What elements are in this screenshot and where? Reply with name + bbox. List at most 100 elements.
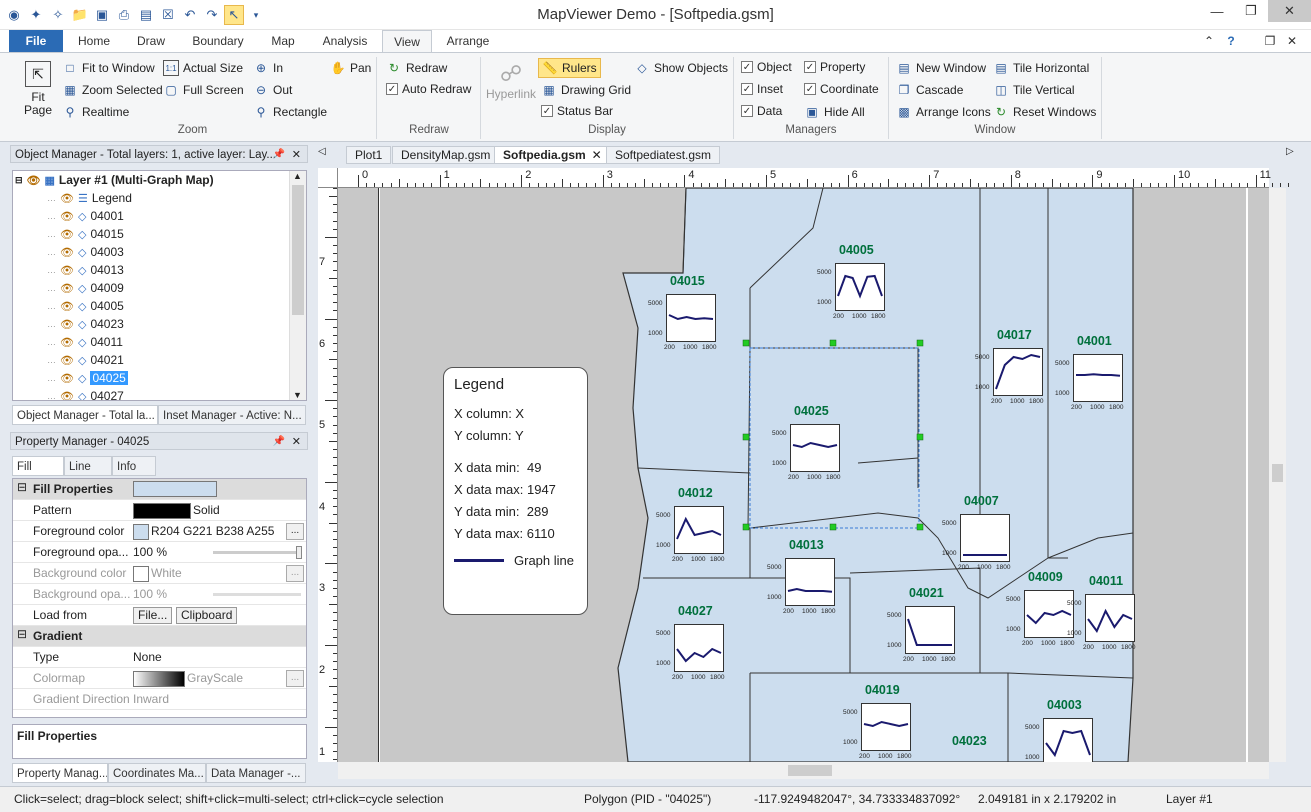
minimize-button[interactable]: — [1200, 0, 1234, 22]
pin-icon[interactable]: 📌 [273, 433, 285, 449]
hide-all-button[interactable]: ▣ Hide All [804, 104, 864, 120]
zoom-out-button[interactable]: ⊖ Out [253, 82, 292, 98]
county-mini-graph[interactable] [1073, 354, 1123, 402]
actual-size-button[interactable]: 1:1 Actual Size [163, 60, 243, 76]
county-mini-graph[interactable] [960, 514, 1010, 562]
full-screen-button[interactable]: ▢ Full Screen [163, 82, 243, 98]
hyperlink-button[interactable]: ☍ Hyperlink [485, 61, 537, 101]
close-button[interactable]: ✕ [1268, 0, 1311, 22]
tree-scrollbar[interactable]: ▲ ▼ [289, 171, 306, 400]
county-mini-graph[interactable] [666, 294, 716, 342]
pan-button[interactable]: ✋ Pan [330, 60, 372, 76]
prop-gradient-direction[interactable]: Gradient Direction Inward [13, 689, 306, 710]
county-mini-graph[interactable] [674, 624, 724, 672]
tab-line[interactable]: Line [64, 456, 112, 476]
eye-icon[interactable]: 👁 [60, 372, 74, 385]
prop-colormap[interactable]: Colormap GrayScale... [13, 668, 306, 689]
eye-icon[interactable]: 👁 [60, 210, 74, 223]
arrange-icons-button[interactable]: ▩ Arrange Icons [896, 104, 990, 120]
coordinate-manager-checkbox[interactable]: Coordinate [804, 82, 879, 96]
load-clipboard-button[interactable]: Clipboard [176, 607, 238, 624]
data-manager-checkbox[interactable]: Data [741, 104, 782, 118]
tree-layer-node[interactable]: ⊟ 👁 ▦ Layer #1 (Multi-Graph Map) [15, 171, 214, 189]
load-file-button[interactable]: File... [133, 607, 173, 624]
doc-tab-plot1[interactable]: Plot1 [346, 146, 392, 164]
opacity-slider[interactable] [213, 593, 301, 596]
tree-item[interactable]: … 👁 ◇ 04003 [47, 243, 124, 261]
data-manager-tab[interactable]: Data Manager -... [206, 763, 306, 783]
ellipsis-button[interactable]: ... [286, 565, 304, 582]
tree-item[interactable]: … 👁 ◇ 04021 [47, 351, 124, 369]
prop-gradient-type[interactable]: Type None [13, 647, 306, 668]
tab-scroll-left-icon[interactable]: ◁ [318, 146, 326, 157]
county-mini-graph[interactable] [674, 506, 724, 554]
collapse-icon[interactable]: ⊟ [17, 480, 27, 494]
doc-close-icon[interactable]: ✕ [1284, 30, 1300, 52]
restore-button[interactable]: ❐ [1234, 0, 1268, 22]
zoom-rectangle-button[interactable]: ⚲ Rectangle [253, 104, 327, 120]
tab-boundary[interactable]: Boundary [180, 30, 256, 52]
eye-icon[interactable]: 👁 [60, 318, 74, 331]
tab-draw[interactable]: Draw [124, 30, 178, 52]
tree-item[interactable]: … 👁 ◇ 04023 [47, 315, 124, 333]
ellipsis-button[interactable]: ... [286, 523, 304, 540]
eye-icon[interactable]: 👁 [60, 246, 74, 259]
eye-icon[interactable]: 👁 [27, 174, 41, 187]
close-panel-icon[interactable]: ✕ [292, 433, 301, 449]
prop-foreground-opacity[interactable]: Foreground opa... 100 % [13, 542, 306, 563]
doc-restore-icon[interactable]: ❐ [1262, 30, 1278, 52]
horizontal-ruler[interactable]: 0 1 2 3 4 5 6 7 8 9 10 11 [338, 168, 1290, 188]
prop-background-opacity[interactable]: Background opa... 100 % [13, 584, 306, 605]
new-window-button[interactable]: ▤ New Window [896, 60, 986, 76]
scroll-thumb[interactable] [788, 765, 832, 776]
object-manager-tab[interactable]: Object Manager - Total la... [12, 405, 158, 425]
fit-page-button[interactable]: ⇱ Fit Page [20, 61, 56, 121]
doc-tab-softpedia[interactable]: Softpedia.gsm ✕ [494, 146, 607, 164]
horizontal-scrollbar[interactable] [338, 762, 1269, 779]
map-canvas[interactable]: 04015 5000 1000 200 1000 1800 04005 5000 1000 200… [338, 188, 1269, 762]
map-legend[interactable]: Legend X column: X Y column: Y X data mi… [443, 367, 588, 615]
tree-item[interactable]: … 👁 ◇ 04009 [47, 279, 124, 297]
tree-item[interactable]: … 👁 ◇ 04015 [47, 225, 124, 243]
tree-item[interactable]: … 👁 ☰ Legend [47, 189, 132, 207]
property-manager-tab[interactable]: Property Manag... [12, 763, 108, 783]
county-mini-graph[interactable] [993, 348, 1043, 396]
prop-foreground-color[interactable]: Foreground color R204 G221 B238 A255... [13, 521, 306, 542]
property-manager-checkbox[interactable]: Property [804, 60, 865, 74]
slider-thumb[interactable] [296, 546, 302, 559]
tree-item[interactable]: … 👁 ◇ 04005 [47, 297, 124, 315]
county-mini-graph[interactable] [785, 558, 835, 606]
eye-icon[interactable]: 👁 [60, 192, 74, 205]
inset-manager-checkbox[interactable]: Inset [741, 82, 783, 96]
prop-pattern[interactable]: Pattern Solid [13, 500, 306, 521]
status-bar-checkbox[interactable]: Status Bar [541, 104, 613, 118]
collapse-ribbon-icon[interactable]: ⌃ [1200, 30, 1218, 52]
tile-horizontal-button[interactable]: ▤ Tile Horizontal [993, 60, 1089, 76]
object-manager-checkbox[interactable]: Object [741, 60, 792, 74]
doc-tab-softpediatest[interactable]: Softpediatest.gsm [606, 146, 721, 164]
tree-item[interactable]: … 👁 ◇ 04025 [47, 369, 128, 387]
tab-analysis[interactable]: Analysis [310, 30, 380, 52]
tab-arrange[interactable]: Arrange [434, 30, 502, 52]
county-mini-graph[interactable] [835, 263, 885, 311]
tab-fill[interactable]: Fill [12, 456, 64, 476]
reset-windows-button[interactable]: ↻ Reset Windows [993, 104, 1096, 120]
drawing-grid-button[interactable]: ▦ Drawing Grid [541, 82, 631, 98]
eye-icon[interactable]: 👁 [60, 264, 74, 277]
tab-map[interactable]: Map [258, 30, 308, 52]
scroll-thumb[interactable] [1272, 464, 1283, 482]
redraw-button[interactable]: ↻ Redraw [386, 60, 447, 76]
eye-icon[interactable]: 👁 [60, 354, 74, 367]
cascade-button[interactable]: ❐ Cascade [896, 82, 964, 98]
tab-view[interactable]: View [382, 30, 432, 52]
eye-icon[interactable]: 👁 [60, 282, 74, 295]
prop-background-color[interactable]: Background color White... [13, 563, 306, 584]
tab-scroll-right-icon[interactable]: ▷ [1286, 146, 1294, 157]
county-mini-graph[interactable] [1043, 718, 1093, 762]
county-mini-graph[interactable] [790, 424, 840, 472]
county-mini-graph[interactable] [1085, 594, 1135, 642]
opacity-slider[interactable] [213, 551, 301, 554]
category-fill-properties[interactable]: Fill Properties ⊟ [13, 479, 306, 500]
realtime-button[interactable]: ⚲ Realtime [62, 104, 130, 120]
tab-home[interactable]: Home [66, 30, 122, 52]
